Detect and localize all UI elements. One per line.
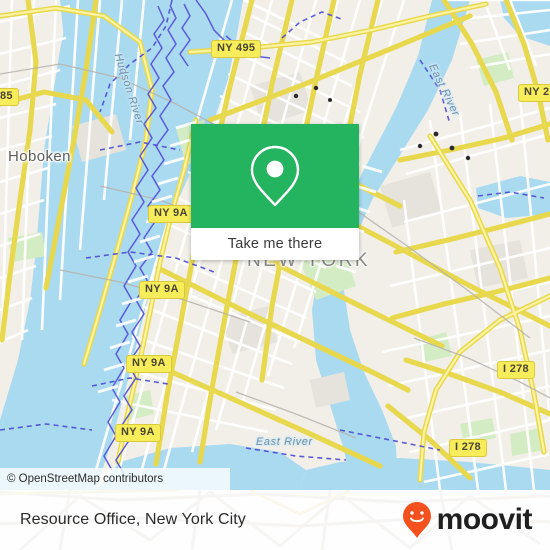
map-pin-icon — [250, 145, 300, 207]
take-me-there-label: Take me there — [227, 236, 323, 252]
moovit-logo[interactable]: moovit — [402, 501, 533, 539]
moovit-smiley-pin-icon — [402, 502, 431, 538]
take-me-there-button[interactable]: Take me there — [191, 228, 359, 260]
place-title: Resource Office, New York City — [20, 511, 246, 528]
footer-bar: Resource Office, New York City moovit — [0, 490, 550, 550]
osm-attribution[interactable]: © OpenStreetMap contributors — [0, 468, 230, 490]
osm-attribution-text: © OpenStreetMap contributors — [7, 473, 164, 485]
moovit-map-share-card: Hoboken NEW YORK Hudson River East River… — [0, 0, 550, 550]
card-pin-panel — [191, 124, 359, 228]
moovit-wordmark: moovit — [436, 503, 533, 536]
take-me-there-card[interactable]: Take me there — [191, 124, 359, 260]
